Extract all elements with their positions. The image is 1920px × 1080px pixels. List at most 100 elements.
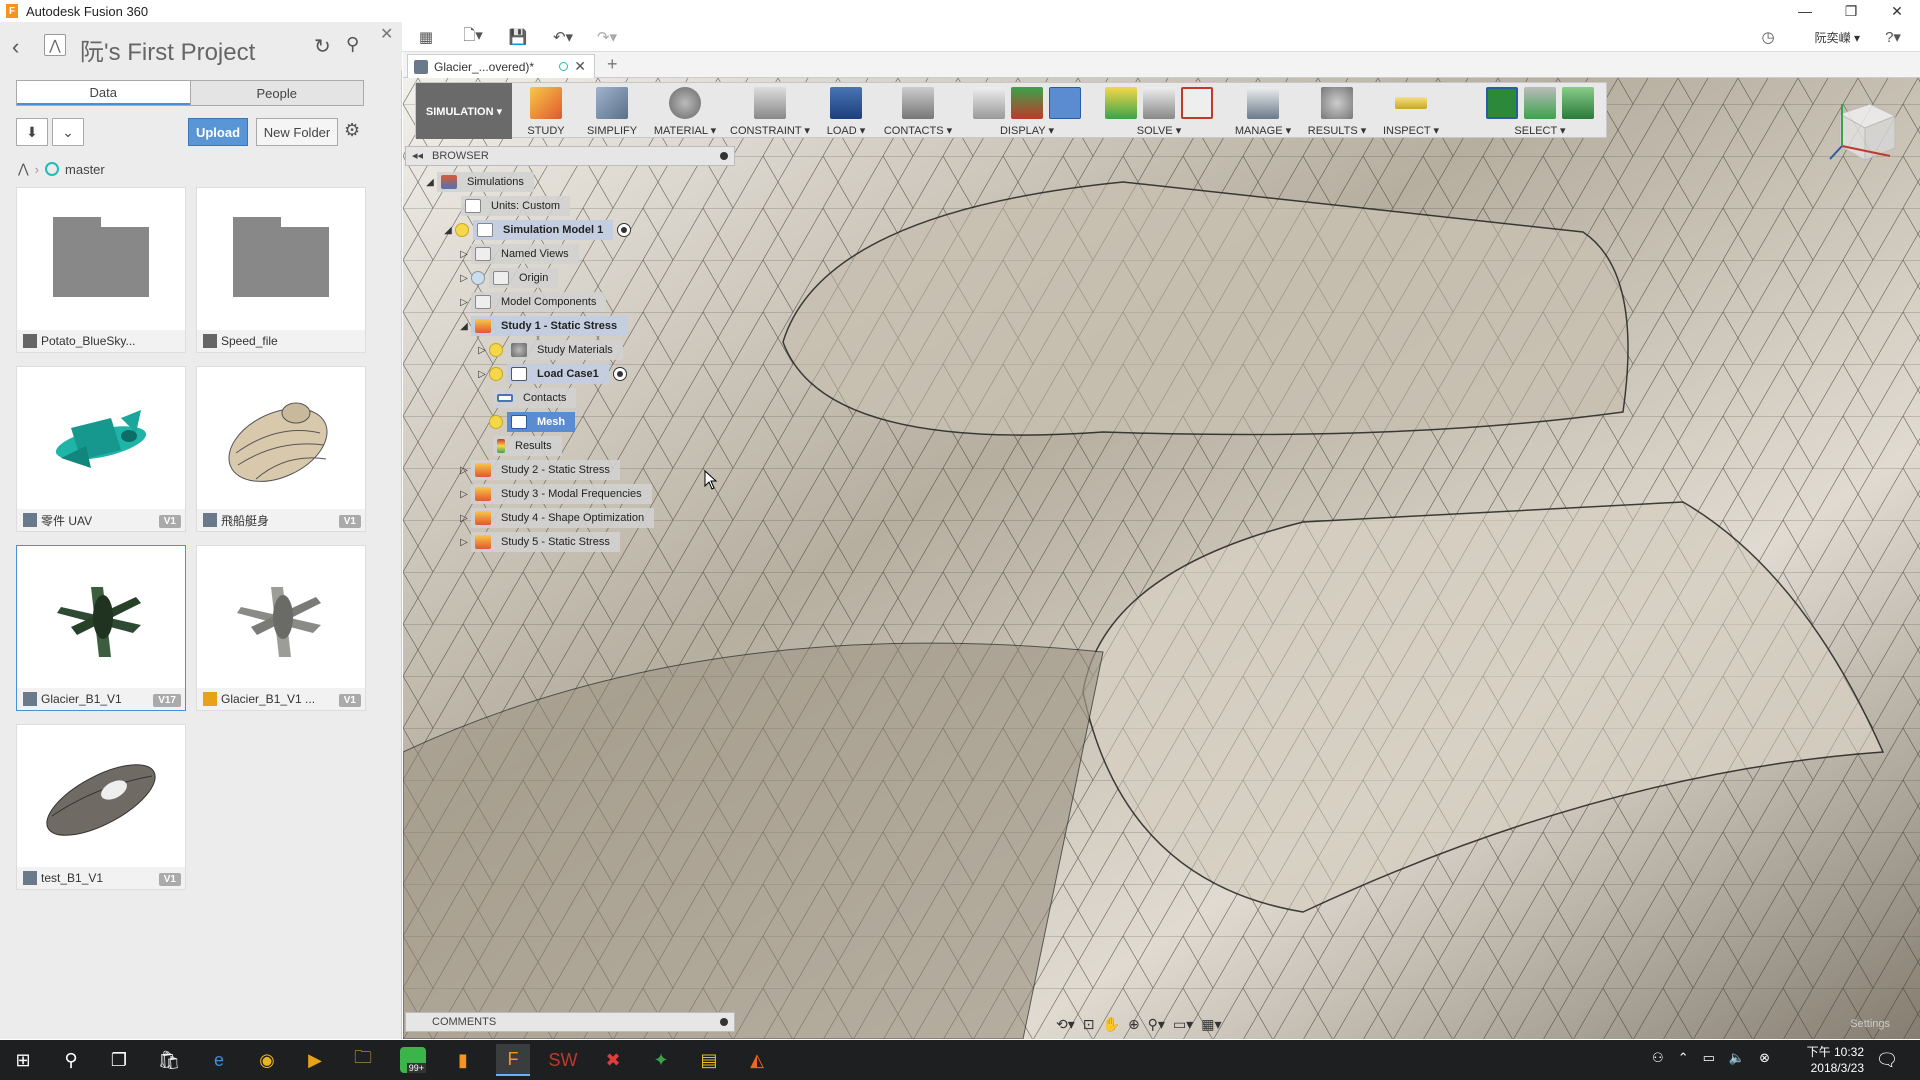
collapse-arrow-icon[interactable]: ◢ bbox=[457, 321, 471, 332]
expand-arrow-icon[interactable]: ▷ bbox=[457, 273, 471, 284]
visibility-bulb-icon[interactable] bbox=[489, 367, 503, 381]
matlab-icon[interactable]: ◭ bbox=[740, 1044, 774, 1076]
visibility-bulb-icon[interactable] bbox=[489, 415, 503, 429]
job-status-icon[interactable]: ◷ bbox=[1756, 26, 1780, 48]
display-menu[interactable]: DISPLAY ▾ bbox=[964, 83, 1090, 139]
study-button[interactable]: STUDY bbox=[516, 83, 576, 139]
tree-node-units[interactable]: Units: Custom bbox=[461, 196, 571, 216]
tree-node-study-4[interactable]: ▷ Study 4 - Shape Optimization bbox=[457, 508, 655, 528]
clock[interactable]: 下午 10:32 2018/3/23 bbox=[1807, 1044, 1864, 1076]
grid-settings-icon[interactable]: ▦▾ bbox=[1201, 1016, 1221, 1033]
manage-menu[interactable]: MANAGE ▾ bbox=[1228, 83, 1298, 139]
tab-people[interactable]: People bbox=[189, 81, 363, 105]
tab-data[interactable]: Data bbox=[17, 81, 190, 105]
file-explorer-icon[interactable]: 🗀 bbox=[346, 1044, 380, 1076]
list-item[interactable]: Glacier_B1_V1 ... V1 bbox=[196, 545, 366, 711]
chevron-down-icon[interactable]: ⌄ bbox=[52, 118, 84, 146]
ime-icon[interactable]: ⊗ bbox=[1759, 1050, 1770, 1066]
store-icon[interactable]: 🛍 bbox=[152, 1044, 186, 1076]
comments-panel-header[interactable]: COMMENTS bbox=[405, 1012, 735, 1032]
browser-panel-header[interactable]: ◂◂ BROWSER bbox=[405, 146, 735, 166]
tree-node-model-components[interactable]: ▷ Model Components bbox=[457, 292, 607, 312]
xmind-icon[interactable]: ✖ bbox=[596, 1044, 630, 1076]
workspace-switcher[interactable]: SIMULATION ▾ bbox=[416, 83, 512, 139]
results-menu[interactable]: RESULTS ▾ bbox=[1302, 83, 1372, 139]
hub-small-icon[interactable]: ⋀ bbox=[18, 161, 29, 177]
tree-node-study-materials[interactable]: ▷ Study Materials bbox=[475, 340, 623, 360]
file-menu-icon[interactable]: 🗋▾ bbox=[456, 26, 490, 48]
app-icon[interactable]: ▮ bbox=[446, 1044, 480, 1076]
task-view-icon[interactable]: ❐ bbox=[102, 1044, 136, 1076]
tab-document[interactable]: Glacier_...overed)* ✕ bbox=[407, 54, 595, 78]
notifications-icon[interactable]: 🗨 bbox=[1870, 1044, 1904, 1076]
fusion-taskbar-icon[interactable]: F bbox=[496, 1044, 530, 1076]
expand-arrow-icon[interactable]: ▷ bbox=[457, 489, 471, 500]
minimize-button[interactable]: — bbox=[1782, 0, 1828, 22]
collapse-arrow-icon[interactable]: ◢ bbox=[423, 177, 437, 188]
load-menu[interactable]: LOAD ▾ bbox=[818, 83, 874, 139]
list-item[interactable]: 零件 UAV V1 bbox=[16, 366, 186, 532]
sketch-app-icon[interactable]: ▤ bbox=[692, 1044, 726, 1076]
search-icon[interactable]: ⚲ bbox=[346, 34, 359, 55]
data-panel-grid-icon[interactable]: ▦ bbox=[412, 26, 440, 48]
close-window-button[interactable]: ✕ bbox=[1874, 0, 1920, 22]
new-folder-button[interactable]: New Folder bbox=[256, 118, 338, 146]
tree-node-study-3[interactable]: ▷ Study 3 - Modal Frequencies bbox=[457, 484, 652, 504]
redo-icon[interactable]: ↷▾ bbox=[590, 26, 624, 48]
material-menu[interactable]: MATERIAL ▾ bbox=[648, 83, 722, 139]
start-icon[interactable]: ⊞ bbox=[6, 1044, 40, 1076]
inspect-menu[interactable]: INSPECT ▾ bbox=[1376, 83, 1446, 139]
pan-icon[interactable]: ✋ bbox=[1103, 1016, 1120, 1033]
tree-node-named-views[interactable]: ▷ Named Views bbox=[457, 244, 579, 264]
media-player-icon[interactable]: ▶ bbox=[298, 1044, 332, 1076]
tree-node-results[interactable]: Results bbox=[493, 436, 562, 456]
tree-node-load-case[interactable]: ▷ Load Case1 bbox=[475, 364, 627, 384]
simplify-button[interactable]: SIMPLIFY bbox=[580, 83, 644, 139]
tree-node-study-2[interactable]: ▷ Study 2 - Static Stress bbox=[457, 460, 620, 480]
line-app-icon[interactable]: 99+ bbox=[396, 1044, 430, 1076]
list-item[interactable]: 飛船艇身 V1 bbox=[196, 366, 366, 532]
visibility-bulb-icon[interactable] bbox=[471, 271, 485, 285]
branch-name[interactable]: master bbox=[65, 162, 105, 177]
download-icon[interactable]: ⬇ bbox=[16, 118, 48, 146]
constraint-menu[interactable]: CONSTRAINT ▾ bbox=[726, 83, 814, 139]
activate-radio-icon[interactable] bbox=[617, 223, 632, 237]
refresh-icon[interactable]: ↻ bbox=[314, 34, 331, 59]
expand-arrow-icon[interactable]: ▷ bbox=[457, 537, 471, 548]
network-icon[interactable]: ▭ bbox=[1703, 1050, 1715, 1066]
expand-arrow-icon[interactable]: ▷ bbox=[475, 369, 489, 380]
visibility-bulb-icon[interactable] bbox=[455, 223, 469, 237]
select-menu[interactable]: SELECT ▾ bbox=[1476, 83, 1604, 139]
chrome-icon[interactable]: ◉ bbox=[250, 1044, 284, 1076]
orbit-icon[interactable]: ⟲▾ bbox=[1056, 1016, 1075, 1033]
list-item[interactable]: test_B1_V1 V1 bbox=[16, 724, 186, 890]
list-item[interactable]: Glacier_B1_V1 V17 bbox=[16, 545, 186, 711]
tree-node-origin[interactable]: ▷ Origin bbox=[457, 268, 559, 288]
expand-arrow-icon[interactable]: ▷ bbox=[475, 345, 489, 356]
new-tab-icon[interactable]: + bbox=[607, 54, 618, 75]
display-settings-icon[interactable]: ▭▾ bbox=[1173, 1016, 1193, 1033]
expand-arrow-icon[interactable]: ▷ bbox=[457, 249, 471, 260]
tree-node-contacts[interactable]: Contacts bbox=[493, 388, 577, 408]
help-icon[interactable]: ?▾ bbox=[1878, 26, 1908, 48]
edge-icon[interactable]: e bbox=[202, 1044, 236, 1076]
solve-menu[interactable]: SOLVE ▾ bbox=[1096, 83, 1222, 139]
expand-arrow-icon[interactable]: ▷ bbox=[457, 297, 471, 308]
back-arrow-icon[interactable]: ‹ bbox=[12, 34, 19, 60]
undo-icon[interactable]: ↶▾ bbox=[546, 26, 580, 48]
tree-node-simulations[interactable]: ◢ Simulations bbox=[423, 172, 534, 192]
close-tab-icon[interactable]: ✕ bbox=[574, 58, 586, 75]
contacts-menu[interactable]: CONTACTS ▾ bbox=[878, 83, 958, 139]
tree-node-mesh[interactable]: Mesh bbox=[489, 412, 576, 432]
volume-icon[interactable]: 🔈 bbox=[1729, 1050, 1745, 1066]
view-cube[interactable] bbox=[1820, 84, 1910, 174]
list-item[interactable]: Speed_file bbox=[196, 187, 366, 353]
zoom-icon[interactable]: ⊕ bbox=[1128, 1016, 1140, 1033]
hub-icon[interactable]: ⋀ bbox=[44, 34, 66, 56]
gear-icon[interactable]: ⚙ bbox=[344, 120, 360, 141]
solidworks-icon[interactable]: SW bbox=[546, 1044, 580, 1076]
collapse-arrow-icon[interactable]: ◢ bbox=[441, 225, 455, 236]
settings-label[interactable]: Settings bbox=[1850, 1018, 1890, 1030]
visibility-bulb-icon[interactable] bbox=[489, 343, 503, 357]
restore-button[interactable]: ❐ bbox=[1828, 0, 1874, 22]
